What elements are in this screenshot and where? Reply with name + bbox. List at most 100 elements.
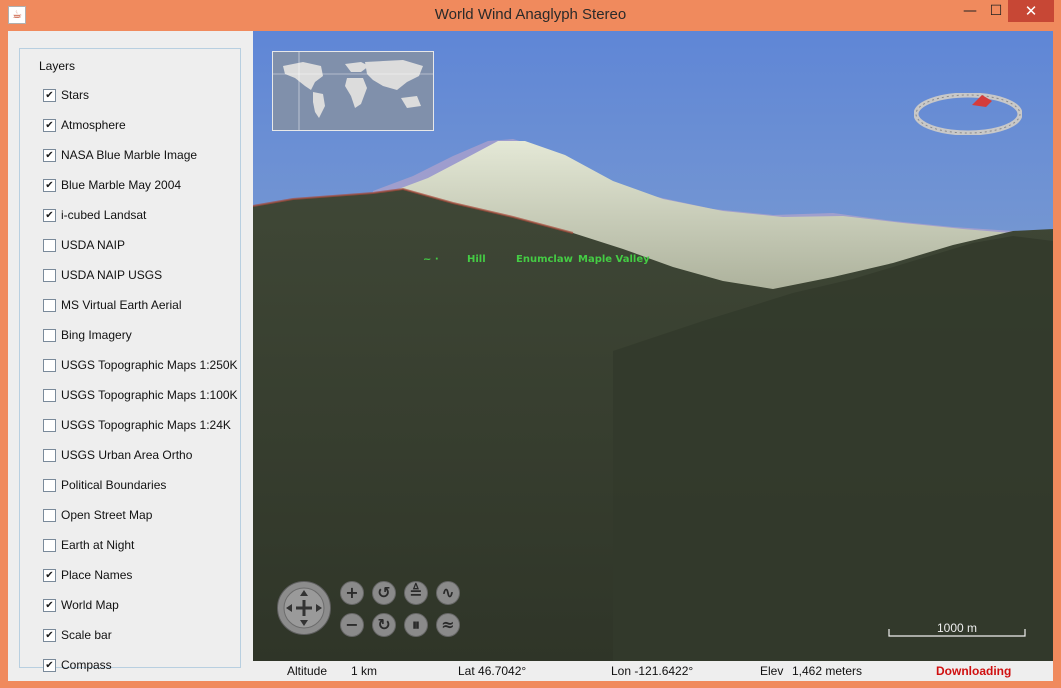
status-bar: Altitude 1 km Lat 46.7042° Lon -121.6422… [253, 661, 1053, 681]
layer-checkbox[interactable] [43, 508, 56, 522]
layer-item[interactable]: Bing Imagery [43, 327, 132, 343]
layer-item[interactable]: USDA NAIP [43, 237, 125, 253]
rotate-right-button[interactable]: ↻ [372, 613, 396, 637]
elevation-label: Elev [760, 664, 784, 678]
tilt-down-icon: ⏸ [411, 615, 420, 634]
layer-label[interactable]: USGS Topographic Maps 1:250K [61, 358, 238, 372]
world-map-image [273, 52, 433, 130]
exaggeration-up-icon: ∿ [441, 583, 455, 602]
layer-item[interactable]: ✔ Stars [43, 87, 89, 103]
close-button[interactable]: ✕ [1008, 0, 1054, 22]
layer-item[interactable]: ✔ Scale bar [43, 627, 112, 643]
layer-item[interactable]: USGS Topographic Maps 1:24K [43, 417, 231, 433]
layer-label[interactable]: Blue Marble May 2004 [61, 178, 181, 192]
layer-label[interactable]: Bing Imagery [61, 328, 132, 342]
layer-label[interactable]: USGS Urban Area Ortho [61, 448, 192, 462]
layer-checkbox[interactable]: ✔ [43, 88, 56, 102]
layer-label[interactable]: USDA NAIP [61, 238, 125, 252]
rotate-left-button[interactable]: ↺ [372, 581, 396, 605]
minimize-button[interactable]: — [956, 0, 984, 22]
latitude-readout: Lat 46.7042° [458, 664, 527, 678]
layer-item[interactable]: ✔ Blue Marble May 2004 [43, 177, 181, 193]
layer-checkbox[interactable]: ✔ [43, 178, 56, 192]
layer-checkbox[interactable] [43, 478, 56, 492]
layer-label[interactable]: Scale bar [61, 628, 112, 642]
layer-checkbox[interactable] [43, 388, 56, 402]
exaggeration-down-button[interactable]: ≈ [436, 613, 460, 637]
layer-item[interactable]: Earth at Night [43, 537, 134, 553]
layer-item[interactable]: USDA NAIP USGS [43, 267, 162, 283]
layer-checkbox[interactable]: ✔ [43, 208, 56, 222]
layer-checkbox[interactable] [43, 238, 56, 252]
layer-item[interactable]: ✔ NASA Blue Marble Image [43, 147, 197, 163]
compass-icon [913, 92, 1023, 136]
place-name-fragment: ~ · [423, 254, 439, 265]
world-map-overview[interactable] [272, 51, 434, 131]
title-bar[interactable]: ☕ World Wind Anaglyph Stereo — ☐ ✕ [0, 0, 1061, 31]
layer-checkbox[interactable]: ✔ [43, 598, 56, 612]
layers-panel: Layers ✔ Stars ✔ Atmosphere ✔ NASA Blue Marbl… [19, 48, 241, 672]
pan-icon [283, 587, 325, 629]
window-title: World Wind Anaglyph Stereo [434, 6, 627, 23]
exaggeration-down-icon: ≈ [441, 615, 455, 634]
layer-label[interactable]: Atmosphere [61, 118, 126, 132]
layer-checkbox[interactable] [43, 328, 56, 342]
layer-item[interactable]: ✔ Atmosphere [43, 117, 126, 133]
layer-checkbox[interactable] [43, 538, 56, 552]
elevation-value: 1,462 meters [792, 664, 863, 678]
app-window: ☕ World Wind Anaglyph Stereo — ☐ ✕ Layer… [0, 0, 1061, 688]
layer-item[interactable]: ✔ World Map [43, 597, 119, 613]
layer-label[interactable]: Compass [61, 658, 112, 672]
tilt-up-button[interactable]: ≜ [404, 581, 428, 605]
place-name-hill: Hill [467, 254, 486, 265]
layer-label[interactable]: i-cubed Landsat [61, 208, 146, 222]
layer-label[interactable]: Open Street Map [61, 508, 152, 522]
layer-checkbox[interactable] [43, 358, 56, 372]
rotate-left-icon: ↺ [377, 583, 391, 602]
layer-item[interactable]: USGS Urban Area Ortho [43, 447, 192, 463]
layer-checkbox[interactable]: ✔ [43, 568, 56, 582]
layer-label[interactable]: MS Virtual Earth Aerial [61, 298, 182, 312]
layer-label[interactable]: Stars [61, 88, 89, 102]
layer-checkbox[interactable] [43, 448, 56, 462]
layer-label[interactable]: Place Names [61, 568, 132, 582]
zoom-in-button[interactable]: + [340, 581, 364, 605]
layer-label[interactable]: World Map [61, 598, 119, 612]
layer-label[interactable]: USDA NAIP USGS [61, 268, 162, 282]
layer-checkbox[interactable]: ✔ [43, 118, 56, 132]
layer-checkbox[interactable]: ✔ [43, 658, 56, 672]
layer-item[interactable]: MS Virtual Earth Aerial [43, 297, 182, 313]
layer-checkbox[interactable]: ✔ [43, 628, 56, 642]
layer-checkbox[interactable] [43, 418, 56, 432]
pan-control[interactable] [277, 581, 331, 635]
globe-viewport[interactable]: ~ · Hill Enumclaw Maple Valley + − ↺ ↻ ≜… [253, 31, 1053, 661]
content-area: Layers ✔ Stars ✔ Atmosphere ✔ NASA Blue Marbl… [8, 31, 1053, 681]
maximize-button[interactable]: ☐ [982, 0, 1010, 22]
layer-item[interactable]: USGS Topographic Maps 1:250K [43, 357, 238, 373]
layer-item[interactable]: ✔ Place Names [43, 567, 132, 583]
zoom-out-icon: − [345, 615, 359, 634]
layer-item[interactable]: Political Boundaries [43, 477, 166, 493]
layer-checkbox[interactable]: ✔ [43, 148, 56, 162]
tilt-down-button[interactable]: ⏸ [404, 613, 428, 637]
layer-item[interactable]: ✔ Compass [43, 657, 112, 673]
layer-item[interactable]: Open Street Map [43, 507, 152, 523]
layer-item[interactable]: USGS Topographic Maps 1:100K [43, 387, 238, 403]
layer-checkbox[interactable] [43, 268, 56, 282]
tilt-up-icon: ≜ [409, 583, 423, 602]
layer-item[interactable]: ✔ i-cubed Landsat [43, 207, 146, 223]
layer-label[interactable]: USGS Topographic Maps 1:24K [61, 418, 231, 432]
altitude-label: Altitude [287, 664, 328, 678]
layer-checkbox[interactable] [43, 298, 56, 312]
layer-label[interactable]: Earth at Night [61, 538, 134, 552]
exaggeration-up-button[interactable]: ∿ [436, 581, 460, 605]
layer-label[interactable]: NASA Blue Marble Image [61, 148, 197, 162]
scale-bar-ruler [888, 629, 1026, 637]
downloading-indicator: Downloading [936, 664, 1012, 678]
compass[interactable] [913, 92, 1023, 136]
place-name-enumclaw: Enumclaw [516, 254, 573, 265]
zoom-out-button[interactable]: − [340, 613, 364, 637]
layer-label[interactable]: USGS Topographic Maps 1:100K [61, 388, 238, 402]
layer-label[interactable]: Political Boundaries [61, 478, 166, 492]
rotate-right-icon: ↻ [377, 615, 391, 634]
